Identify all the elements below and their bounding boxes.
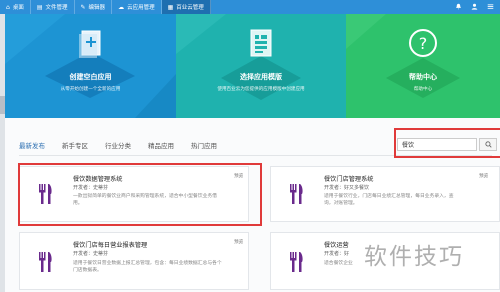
tab-file-manager[interactable]: ▤ 文件管理 [31,0,75,14]
preview-badge[interactable]: 预览 [479,173,488,179]
cloud-icon: ☁ [118,3,125,11]
home-icon: ⌂ [6,3,10,11]
banner: 创建空白应用 从零开始创建一个全新的应用 选择应用模版 使用百业云为您提供的应用… [5,14,500,118]
category-tabs: 最新发布 新手专区 行业分类 精品应用 热门应用 [19,140,234,156]
search-icon [484,141,492,148]
tab-label: 文件管理 [45,5,68,11]
app-card[interactable]: 餐饮门店管理系统 开发者：好又多餐饮 适用于餐饮行业，门店每日业绩汇总管理，每日… [270,166,500,222]
search-input[interactable] [397,138,477,151]
search-button[interactable] [479,138,497,151]
tab-baiye-cloud-manager[interactable]: ▦ 百业云管理 [161,0,211,14]
tab-editor[interactable]: ✎ 编辑器 [75,0,113,14]
help-center-title: 帮助中心 [409,73,437,81]
tab-label: 百业云管理 [176,5,204,11]
template-icon [246,28,276,62]
help-center-panel[interactable]: ? 帮助中心 帮助中心 [346,14,500,118]
help-icon: ? [408,28,438,60]
file-icon: ▤ [36,3,43,11]
help-center-subtitle: 帮助中心 [413,87,433,92]
app-card-developer: 开发者：好又多餐饮 [324,185,370,191]
create-blank-app-panel[interactable]: 创建空白应用 从零开始创建一个全新的应用 [5,14,176,118]
topbar-actions [455,3,500,12]
tab-desktop[interactable]: ⌂ 桌面 [0,0,31,14]
app-card-developer: 开发者：好 [324,251,350,257]
tab-beginner[interactable]: 新手专区 [62,140,88,156]
cutlery-icon [39,252,52,272]
edit-icon: ✎ [80,3,86,11]
preview-badge[interactable]: 预览 [234,239,243,245]
choose-template-panel[interactable]: 选择应用模版 使用百业云为您提供的应用模版中创建应用 [176,14,346,118]
choose-template-title: 选择应用模版 [240,73,282,81]
card-highlight [18,163,262,226]
tab-popular[interactable]: 热门应用 [191,140,217,156]
watermark: 软件技巧 [364,244,464,270]
tab-latest[interactable]: 最新发布 [19,140,45,156]
tab-label: 云应用管理 [127,5,155,11]
app-card-title: 餐饮运营 [324,242,349,249]
tab-cloud-app-manager[interactable]: ☁ 云应用管理 [112,0,162,14]
app-card-description: 适用于餐饮日营业数据上报汇总管理，包含：每日业绩数据汇总与各个门店数据表。 [73,261,222,273]
svg-text:?: ? [419,34,428,53]
create-blank-app-title: 创建空白应用 [69,73,112,81]
grid-icon: ▦ [167,3,174,11]
app-card-developer: 开发者：史蒂芬 [73,251,109,257]
tab-industry[interactable]: 行业分类 [105,140,131,156]
tab-featured[interactable]: 精品应用 [148,140,174,156]
app-card-description: 适用于餐饮行业，门店每日业绩汇总管理，每日业务录入，查询，对账管理。 [324,194,454,206]
create-blank-app-subtitle: 从零开始创建一个全新的应用 [60,87,121,92]
cutlery-icon [290,252,303,272]
tab-label: 编辑器 [88,5,106,11]
user-icon[interactable] [471,3,478,12]
app-card-title: 餐饮门店管理系统 [324,176,374,183]
choose-template-subtitle: 使用百业云为您提供的应用模版中创建应用 [217,87,305,92]
cutlery-icon [290,184,303,204]
top-bar: ⌂ 桌面 ▤ 文件管理 ✎ 编辑器 ☁ 云应用管理 ▦ 百业云管理 [0,0,500,14]
menu-icon[interactable] [487,3,494,12]
tab-label: 桌面 [12,5,24,11]
add-document-icon [78,28,104,62]
bell-icon[interactable] [455,3,462,12]
app-card[interactable]: 餐饮门店每日营业报表管理 开发者：史蒂芬 适用于餐饮日营业数据上报汇总管理，包含… [19,232,249,290]
app-card-title: 餐饮门店每日营业报表管理 [73,242,148,249]
